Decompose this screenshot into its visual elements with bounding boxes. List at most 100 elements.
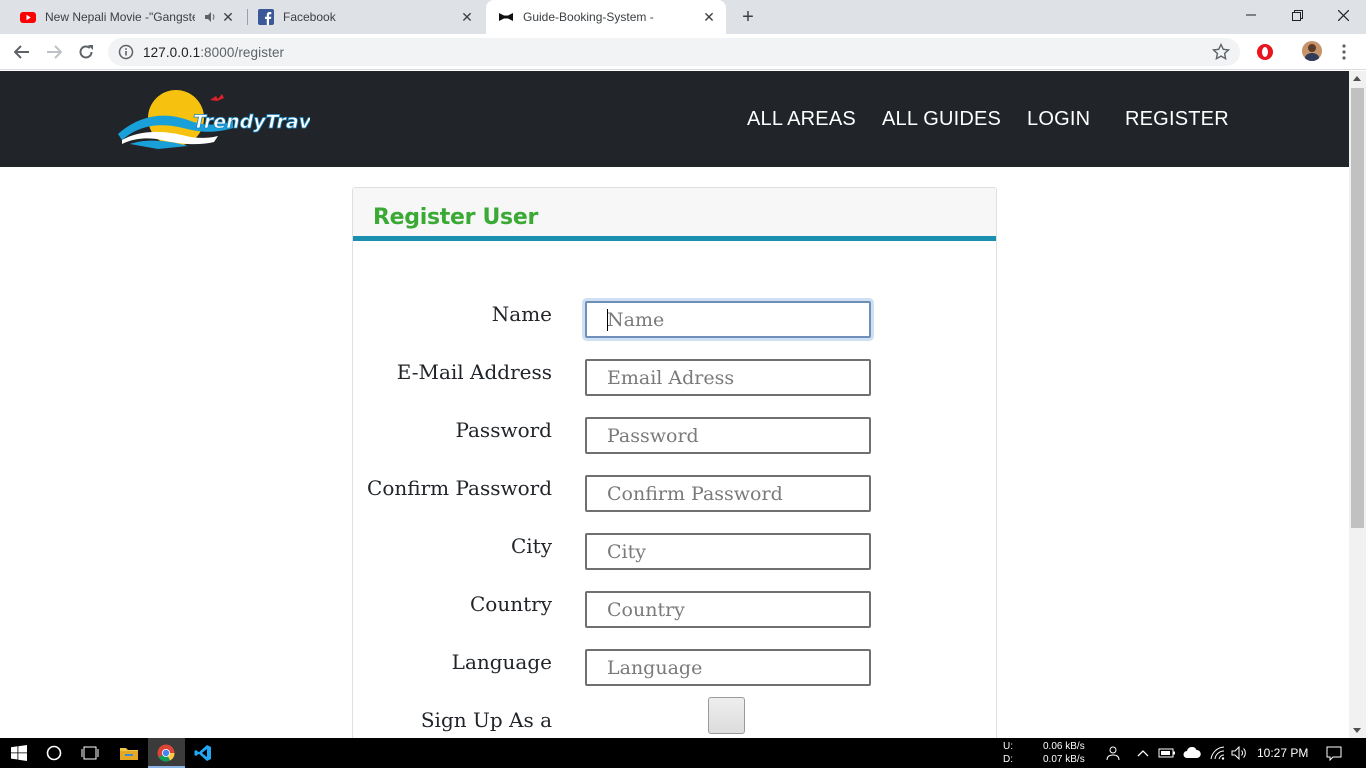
scroll-up-icon[interactable] (1353, 76, 1361, 81)
download-speed: 0.07 kB/s (1043, 754, 1085, 765)
avatar-body (1305, 53, 1319, 61)
net-labels: U: D: (1003, 740, 1013, 766)
page-title: Register User (373, 205, 539, 230)
country-input[interactable] (585, 591, 871, 628)
confirm-password-input[interactable] (585, 475, 871, 512)
folder-icon (120, 748, 138, 760)
file-explorer-button[interactable] (119, 743, 139, 763)
youtube-icon (20, 12, 36, 23)
arrow-left-icon (14, 45, 29, 59)
tab-title: Guide-Booking-System - (523, 10, 654, 24)
email-input[interactable] (585, 359, 871, 396)
site-navbar: TrendyTravel ALL AREAS ALL GUIDES LOGIN … (0, 71, 1349, 167)
city-label: City (510, 534, 552, 558)
task-view-button[interactable] (80, 743, 100, 763)
tab-facebook[interactable]: Facebook ✕ (258, 0, 484, 34)
password-label: Password (455, 418, 552, 442)
url-path: :8000/register (200, 45, 285, 60)
close-tab-icon[interactable]: ✕ (460, 10, 474, 24)
new-tab-button[interactable]: + (737, 6, 759, 28)
city-input[interactable] (585, 533, 871, 570)
nav-register[interactable]: REGISTER (1125, 108, 1229, 131)
nav-all-guides[interactable]: ALL GUIDES (882, 108, 1001, 131)
upload-label: U: (1003, 741, 1013, 752)
battery-button[interactable] (1157, 743, 1177, 763)
restore-icon (1291, 9, 1303, 21)
language-input[interactable] (585, 649, 871, 686)
tab-youtube[interactable]: New Nepali Movie -"Gangste ✕ (20, 0, 245, 34)
language-label: Language (451, 650, 552, 674)
action-center-button[interactable] (1324, 743, 1344, 763)
tab-title: Facebook (283, 10, 336, 24)
task-view-icon (81, 746, 99, 760)
people-icon (1106, 746, 1120, 761)
net-speeds: 0.06 kB/s 0.07 kB/s (1043, 740, 1085, 766)
country-label: Country (469, 592, 552, 616)
wifi-icon (1210, 746, 1225, 760)
arrow-right-icon (47, 45, 62, 59)
page-viewport: TrendyTravel ALL AREAS ALL GUIDES LOGIN … (0, 71, 1349, 738)
vscode-icon (194, 745, 211, 761)
forward-button[interactable] (42, 40, 66, 64)
speaker-volume-icon (1231, 746, 1246, 760)
kebab-menu-icon[interactable] (1340, 44, 1348, 60)
search-button[interactable] (44, 743, 64, 763)
page-scrollbar[interactable] (1349, 71, 1366, 738)
close-window-button[interactable] (1320, 0, 1366, 30)
info-icon[interactable] (118, 44, 134, 60)
tab-guide-booking[interactable]: Guide-Booking-System - ✕ (486, 0, 726, 34)
volume-button[interactable] (1229, 743, 1249, 763)
url-host: 127.0.0.1 (143, 45, 201, 60)
battery-icon (1158, 748, 1175, 758)
tab-separator (247, 9, 248, 25)
password-input[interactable] (585, 417, 871, 454)
vscode-taskbar-button[interactable] (193, 743, 213, 763)
windows-logo-icon (11, 745, 27, 761)
card-header: Register User (353, 188, 996, 241)
opera-extension-icon[interactable] (1256, 43, 1274, 61)
scroll-down-icon[interactable] (1353, 728, 1361, 733)
profile-avatar[interactable] (1302, 41, 1322, 61)
trendy-travel-logo[interactable]: TrendyTravel (118, 86, 310, 152)
reload-icon (79, 45, 93, 59)
cortana-circle-icon (46, 745, 62, 761)
register-card: Register User Name E-Mail Address Passwo… (352, 187, 997, 738)
restore-button[interactable] (1274, 0, 1320, 30)
avatar-head (1308, 44, 1316, 52)
email-label: E-Mail Address (396, 360, 552, 384)
chrome-taskbar-button[interactable] (156, 743, 176, 763)
people-button[interactable] (1104, 743, 1124, 763)
bookmark-star-icon[interactable] (1212, 43, 1230, 61)
nav-all-areas[interactable]: ALL AREAS (747, 108, 856, 131)
cloud-icon (1183, 747, 1201, 758)
name-input[interactable] (585, 301, 871, 338)
facebook-icon (258, 9, 274, 25)
download-label: D: (1003, 754, 1013, 765)
speaker-icon[interactable] (205, 12, 217, 22)
upload-speed: 0.06 kB/s (1043, 741, 1085, 752)
scrollbar-thumb[interactable] (1351, 88, 1364, 528)
back-button[interactable] (10, 40, 34, 64)
signup-as-checkbox[interactable] (708, 697, 745, 734)
close-tab-icon[interactable]: ✕ (702, 10, 716, 24)
browser-toolbar: 127.0.0.1:8000/register (0, 34, 1366, 70)
nav-login[interactable]: LOGIN (1027, 108, 1090, 131)
windows-taskbar: U: D: 0.06 kB/s 0.07 kB/s 10:27 PM (0, 738, 1366, 768)
address-bar[interactable]: 127.0.0.1:8000/register (108, 38, 1240, 66)
notification-icon (1326, 746, 1342, 761)
reload-button[interactable] (74, 40, 98, 64)
start-button[interactable] (9, 743, 29, 763)
minimize-button[interactable] (1228, 0, 1274, 30)
close-icon (1337, 9, 1349, 21)
show-hidden-icons-button[interactable] (1133, 743, 1153, 763)
chrome-icon (157, 744, 175, 762)
signup-as-label: Sign Up As a (420, 708, 552, 732)
taskbar-clock[interactable]: 10:27 PM (1257, 746, 1308, 760)
close-tab-icon[interactable]: ✕ (221, 10, 235, 24)
wifi-button[interactable] (1207, 743, 1227, 763)
minimize-icon (1246, 14, 1256, 16)
tab-title: New Nepali Movie -"Gangste (45, 10, 195, 24)
logo-text: TrendyTravel (193, 111, 310, 133)
onedrive-button[interactable] (1182, 743, 1202, 763)
browser-tab-strip: New Nepali Movie -"Gangste ✕ Facebook ✕ … (0, 0, 1366, 34)
